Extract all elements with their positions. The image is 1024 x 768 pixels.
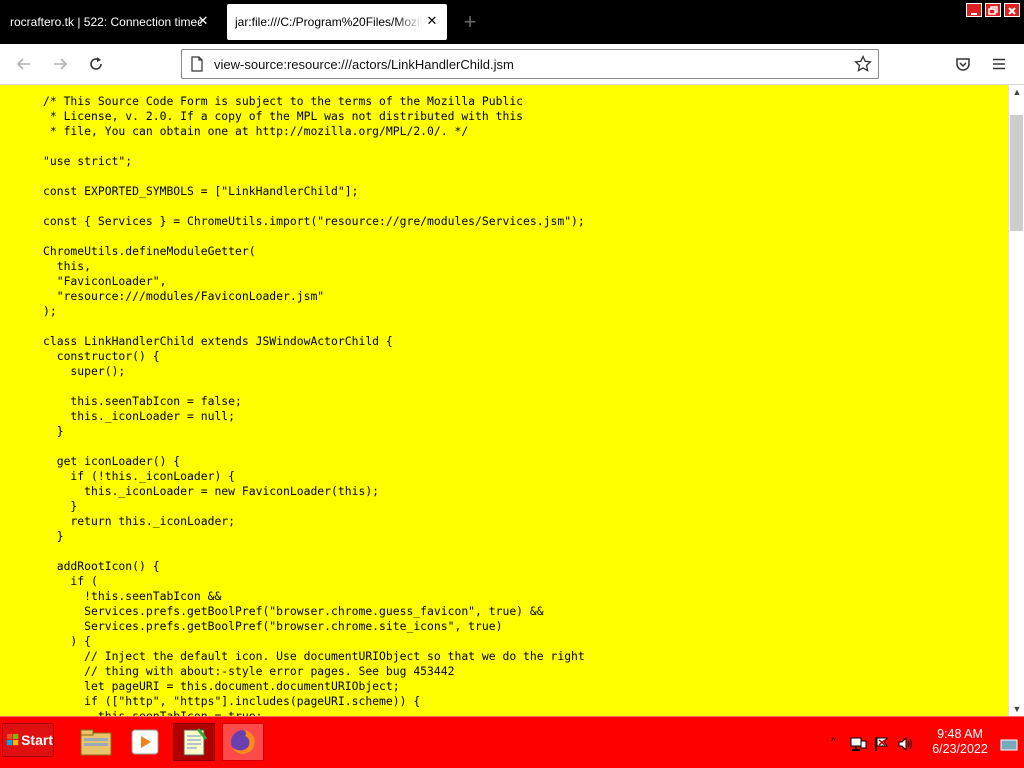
source-line: get iconLoader() { (43, 454, 181, 468)
tray-network[interactable] (849, 736, 867, 752)
source-line (43, 229, 585, 244)
window-restore-button[interactable] (985, 3, 1001, 17)
reload-icon (90, 57, 102, 70)
source-line: Services.prefs.getBoolPref("browser.chro… (43, 604, 544, 618)
source-line: } (43, 499, 78, 513)
scroll-up-arrow-icon[interactable]: ▲ (1011, 85, 1023, 99)
source-line: if ( (43, 574, 98, 588)
source-line (43, 439, 585, 454)
source-line: // Inject the default icon. Use document… (43, 649, 585, 663)
tab-jar-file[interactable]: jar:file:///C:/Program%20Files/Mozilla%2… (227, 4, 447, 40)
page-icon (191, 56, 203, 72)
start-label: Start (21, 732, 53, 748)
source-line: this, (43, 259, 92, 273)
source-line (43, 544, 585, 559)
source-line: * file, You can obtain one at http://moz… (43, 124, 469, 138)
back-button[interactable] (12, 52, 36, 76)
media-player-icon (131, 729, 159, 755)
source-line: Services.prefs.getBoolPref("browser.chro… (43, 619, 503, 633)
back-arrow-icon (16, 58, 30, 70)
windows-logo-icon (7, 733, 19, 746)
source-line (43, 319, 585, 334)
source-line: this.seenTabIcon = false; (43, 394, 242, 408)
pocket-icon (956, 58, 970, 71)
hamburger-menu-icon (993, 58, 1005, 70)
source-line: "use strict"; (43, 154, 133, 168)
source-line: this.seenTabIcon = true; (43, 709, 263, 716)
source-line: } (43, 424, 64, 438)
source-line: let pageURI = this.document.documentURIO… (43, 679, 400, 693)
system-clock[interactable]: 9:48 AM 6/23/2022 (925, 727, 995, 757)
show-desktop-button[interactable] (1000, 738, 1018, 751)
source-line: const { Services } = ChromeUtils.import(… (43, 214, 585, 228)
app-menu-button[interactable] (987, 52, 1011, 76)
vertical-scrollbar[interactable]: ▲ ▼ (1008, 85, 1024, 716)
source-line (43, 199, 585, 214)
tray-expand-arrow-icon[interactable]: ^ (831, 737, 836, 748)
source-line: } (43, 529, 64, 543)
tab-title: rocraftero.tk | 522: Connection timed ou… (10, 15, 202, 29)
tab-rocraftero[interactable]: rocraftero.tk | 522: Connection timed ou… (0, 4, 218, 40)
new-tab-button[interactable]: + (458, 10, 482, 34)
window-close-button[interactable] (1004, 3, 1020, 17)
source-line: constructor() { (43, 349, 160, 363)
source-line: const EXPORTED_SYMBOLS = ["LinkHandlerCh… (43, 184, 359, 198)
tray-action-center[interactable] (873, 736, 891, 752)
tab-title: jar:file:///C:/Program%20Files/Mozilla%2… (235, 15, 423, 29)
source-line: /* This Source Code Form is subject to t… (43, 94, 524, 108)
source-line: return this._iconLoader; (43, 514, 236, 528)
taskbar-media-player[interactable] (124, 723, 166, 761)
source-line (43, 379, 585, 394)
source-line: "FaviconLoader", (43, 274, 167, 288)
clock-time: 9:48 AM (937, 727, 983, 741)
url-text[interactable]: view-source:resource:///actors/LinkHandl… (214, 57, 514, 72)
source-line: if (!this._iconLoader) { (43, 469, 236, 483)
source-line: !this.seenTabIcon && (43, 589, 222, 603)
source-line: ChromeUtils.defineModuleGetter( (43, 244, 256, 258)
source-line: if (["http", "https"].includes(pageURI.s… (43, 694, 421, 708)
address-bar[interactable]: view-source:resource:///actors/LinkHandl… (181, 49, 879, 79)
taskbar-firefox[interactable] (222, 723, 264, 761)
navigation-toolbar: view-source:resource:///actors/LinkHandl… (0, 44, 1024, 85)
source-line: * License, v. 2.0. If a copy of the MPL … (43, 109, 524, 123)
source-line: class LinkHandlerChild extends JSWindowA… (43, 334, 393, 348)
source-line: addRootIcon() { (43, 559, 160, 573)
bookmark-star-icon[interactable] (854, 55, 872, 73)
scroll-thumb[interactable] (1010, 115, 1023, 231)
source-line: // thing with about:-style error pages. … (43, 664, 455, 678)
taskbar-notepad[interactable] (173, 723, 215, 761)
taskbar: Start ^ 9:48 AM 6/23/2022 (0, 716, 1024, 768)
taskbar-file-explorer[interactable] (75, 723, 117, 761)
tray-volume[interactable] (897, 736, 915, 752)
view-source-content: /* This Source Code Form is subject to t… (0, 85, 1008, 716)
source-line (43, 139, 585, 154)
source-line: super(); (43, 364, 126, 378)
pocket-button[interactable] (951, 52, 975, 76)
source-line: "resource:///modules/FaviconLoader.jsm" (43, 289, 325, 303)
start-button[interactable]: Start (2, 723, 54, 757)
forward-button[interactable] (48, 52, 72, 76)
file-explorer-icon (80, 729, 112, 756)
scroll-down-arrow-icon[interactable]: ▼ (1011, 702, 1023, 716)
source-line (43, 169, 585, 184)
flag-icon (875, 737, 888, 751)
source-line: ) { (43, 634, 92, 648)
network-icon (850, 737, 867, 751)
reload-button[interactable] (84, 52, 108, 76)
window-minimize-button[interactable] (966, 3, 982, 17)
source-line: this._iconLoader = null; (43, 409, 236, 423)
clock-date: 6/23/2022 (932, 742, 988, 756)
firefox-icon (231, 730, 255, 754)
source-line: this._iconLoader = new FaviconLoader(thi… (43, 484, 380, 498)
notepad-icon (183, 728, 208, 756)
show-desktop-icon (1000, 739, 1018, 751)
tab-close-icon[interactable]: ✕ (196, 14, 210, 28)
tab-strip: rocraftero.tk | 522: Connection timed ou… (0, 0, 1024, 44)
source-line: ); (43, 304, 57, 318)
speaker-icon (898, 736, 912, 752)
tab-close-icon[interactable]: ✕ (425, 14, 439, 28)
source-code: /* This Source Code Form is subject to t… (43, 94, 585, 716)
forward-arrow-icon (54, 58, 68, 70)
